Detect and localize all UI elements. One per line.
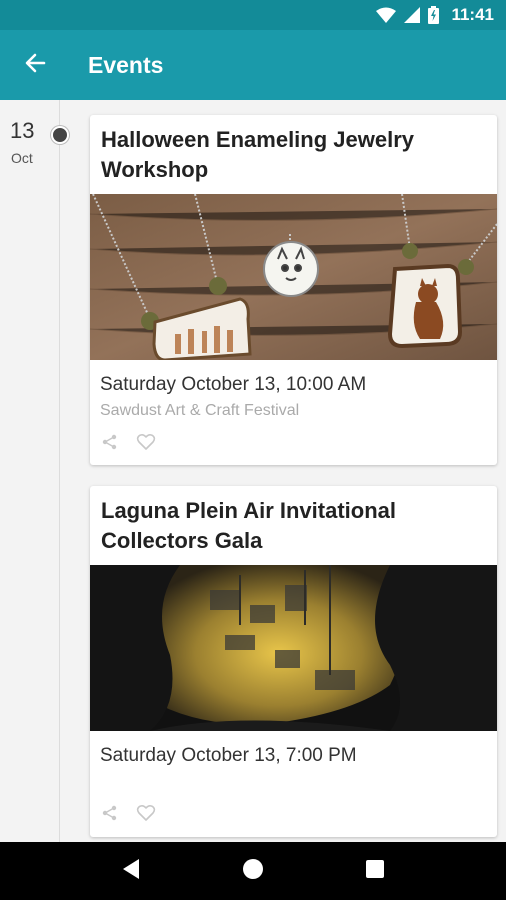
share-icon[interactable] xyxy=(100,432,120,452)
event-datetime: Saturday October 13, 7:00 PM xyxy=(100,745,357,766)
card-actions xyxy=(90,767,497,823)
date-column: 13 Oct xyxy=(0,100,60,842)
heart-icon[interactable] xyxy=(136,432,156,452)
event-datetime: Saturday October 13, 10:00 AM xyxy=(100,374,367,395)
event-card[interactable]: Laguna Plein Air Invitational Collectors… xyxy=(90,486,497,837)
nav-recents-button[interactable] xyxy=(355,851,395,891)
nav-back-button[interactable] xyxy=(111,851,151,891)
status-bar: 11:41 xyxy=(0,0,506,30)
event-list[interactable]: 13 Oct Halloween Enameling Jewelry Works… xyxy=(0,100,506,842)
app-bar: Events xyxy=(0,30,506,100)
navigation-bar xyxy=(0,842,506,900)
arrow-left-icon xyxy=(24,52,46,79)
event-title: Laguna Plein Air Invitational Collectors… xyxy=(101,498,397,553)
recents-square-icon xyxy=(365,859,385,884)
share-icon[interactable] xyxy=(100,803,120,823)
harbor-painting-photo xyxy=(90,565,497,731)
home-circle-icon xyxy=(242,858,264,885)
event-title: Halloween Enameling Jewelry Workshop xyxy=(101,127,415,182)
back-triangle-icon xyxy=(121,858,141,885)
enamel-necklaces-photo xyxy=(90,194,497,360)
page-title: Events xyxy=(88,51,164,78)
back-button[interactable] xyxy=(0,30,70,100)
timeline-dot xyxy=(51,126,69,144)
battery-icon xyxy=(428,6,440,24)
date-month: Oct xyxy=(11,150,33,166)
date-day: 13 xyxy=(10,118,35,143)
nav-home-button[interactable] xyxy=(233,851,273,891)
event-card[interactable]: Halloween Enameling Jewelry Workshop Sat… xyxy=(90,115,497,465)
card-actions xyxy=(90,420,497,452)
heart-icon[interactable] xyxy=(136,803,156,823)
status-time: 11:41 xyxy=(451,5,494,24)
cell-signal-icon xyxy=(404,7,421,23)
event-venue: Sawdust Art & Craft Festival xyxy=(100,402,300,419)
wifi-icon xyxy=(376,7,397,23)
